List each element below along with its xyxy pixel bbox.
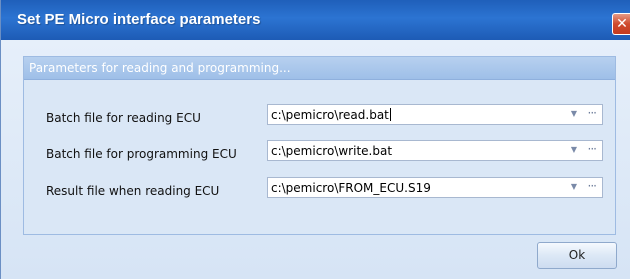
group-title: Parameters for reading and programming..…: [29, 61, 291, 75]
dropdown-arrow-icon[interactable]: ▼: [571, 182, 577, 191]
browse-ellipsis-icon[interactable]: ···: [588, 142, 598, 156]
ok-button[interactable]: Ok: [537, 242, 617, 269]
read-batch-field[interactable]: c:\pemicro\read.bat ▼ ···: [267, 104, 603, 125]
write-batch-field[interactable]: c:\pemicro\write.bat ▼ ···: [267, 140, 603, 161]
write-batch-value: c:\pemicro\write.bat: [271, 144, 393, 158]
read-batch-value: c:\pemicro\read.bat: [271, 108, 391, 122]
parameters-group: Parameters for reading and programming..…: [23, 56, 616, 235]
dialog-content: Parameters for reading and programming..…: [1, 40, 630, 279]
dialog-window: Set PE Micro interface parameters ✕ Para…: [0, 0, 630, 279]
result-file-value: c:\pemicro\FROM_ECU.S19: [271, 181, 431, 195]
browse-ellipsis-icon[interactable]: ···: [588, 106, 598, 120]
result-file-field[interactable]: c:\pemicro\FROM_ECU.S19 ▼ ···: [267, 177, 603, 198]
close-icon: ✕: [616, 16, 628, 32]
title-bar[interactable]: Set PE Micro interface parameters ✕: [1, 0, 630, 40]
dropdown-arrow-icon[interactable]: ▼: [571, 145, 577, 154]
window-title: Set PE Micro interface parameters: [17, 11, 261, 28]
text-caret: [389, 108, 391, 121]
dropdown-arrow-icon[interactable]: ▼: [571, 109, 577, 118]
write-batch-label: Batch file for programming ECU: [46, 147, 237, 161]
close-button[interactable]: ✕: [612, 13, 630, 35]
read-batch-label: Batch file for reading ECU: [46, 111, 201, 125]
result-file-label: Result file when reading ECU: [46, 184, 220, 198]
group-header: Parameters for reading and programming..…: [24, 57, 615, 80]
browse-ellipsis-icon[interactable]: ···: [588, 179, 598, 193]
